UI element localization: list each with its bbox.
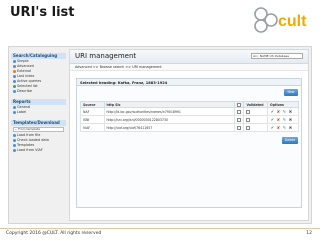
- delete-icon[interactable]: ✖: [288, 125, 293, 130]
- dot-icon: [13, 60, 16, 63]
- row-checkbox[interactable]: [236, 109, 241, 114]
- row-link[interactable]: http://id.loc.gov/authorities/names/n790…: [103, 107, 235, 116]
- uri-table: Source http Sic Validated Options NAF ht…: [80, 101, 300, 132]
- validate-icon[interactable]: ✔: [270, 117, 275, 122]
- dot-icon: [13, 144, 16, 147]
- validated-checkbox[interactable]: [246, 117, 251, 122]
- edit-icon[interactable]: ✎: [282, 109, 287, 114]
- reject-icon[interactable]: ✘: [276, 109, 281, 114]
- dot-icon: [13, 106, 16, 109]
- edit-icon[interactable]: ✎: [282, 125, 287, 130]
- dot-icon: [13, 80, 16, 83]
- dot-icon: [13, 111, 16, 114]
- sidebar-item-label[interactable]: Label: [11, 110, 66, 115]
- row-checkbox[interactable]: [236, 125, 241, 130]
- sidebar-item-describe[interactable]: Describe: [11, 89, 66, 94]
- main-content: URI management Arc. NAME:US Database Adv…: [69, 49, 309, 221]
- delete-icon[interactable]: ✖: [288, 109, 293, 114]
- main-header: URI management Arc. NAME:US Database: [70, 50, 308, 64]
- page-number: 12: [306, 231, 312, 236]
- row-source: NAF: [80, 107, 105, 116]
- selected-heading: Selected heading: Kafka, Franz, 1883-192…: [77, 79, 301, 86]
- dot-icon: [13, 90, 16, 93]
- row-source: ISNI: [80, 115, 105, 124]
- validate-icon[interactable]: ✔: [270, 109, 275, 114]
- logo-text: cult: [278, 13, 307, 30]
- table-row: NAF http://id.loc.gov/authorities/names/…: [80, 107, 300, 116]
- select-all-checkbox[interactable]: [236, 102, 241, 107]
- app-screenshot: Search/Cataloguing Simple Advanced Exter…: [8, 46, 312, 224]
- dot-icon: [13, 65, 16, 68]
- table-row: ISNI http://isni.org/isni/00000001228037…: [80, 115, 300, 124]
- delete-button[interactable]: Delete: [282, 137, 298, 144]
- uri-panel: Selected heading: Kafka, Franz, 1883-192…: [76, 78, 302, 208]
- validate-icon[interactable]: ✔: [270, 125, 275, 130]
- dot-icon: [13, 70, 16, 73]
- sidebar-header-templates: Templates/Download: [11, 120, 66, 126]
- slide-footer: Copyright 2016 @CULT. All rights reserve…: [0, 228, 320, 240]
- new-button[interactable]: New: [284, 89, 298, 96]
- copyright-text: Copyright 2016 @CULT. All rights reserve…: [6, 231, 102, 236]
- reject-icon[interactable]: ✘: [276, 125, 281, 130]
- dot-icon: [13, 134, 16, 137]
- table-row: VIAF http://viaf.org/viaf/76411657 ✔ ✘ ✎ ✖: [80, 123, 300, 132]
- cult-logo: cult: [252, 4, 316, 36]
- page-title: URI management: [75, 52, 137, 60]
- validated-checkbox[interactable]: [246, 125, 251, 130]
- dot-icon: [13, 139, 16, 142]
- row-link[interactable]: http://isni.org/isni/0000000122803730: [103, 115, 235, 124]
- row-checkbox[interactable]: [236, 117, 241, 122]
- cult-logo-icon: cult: [254, 7, 307, 33]
- dot-icon: [13, 149, 16, 152]
- slide-title: URI's list: [10, 5, 75, 20]
- sidebar: Search/Cataloguing Simple Advanced Exter…: [11, 51, 66, 153]
- reject-icon[interactable]: ✘: [276, 117, 281, 122]
- template-select[interactable]: -- From template: [13, 127, 64, 132]
- dot-icon: [13, 85, 16, 88]
- dot-icon: [13, 75, 16, 78]
- row-link[interactable]: http://viaf.org/viaf/76411657: [103, 123, 235, 132]
- validated-checkbox[interactable]: [246, 109, 251, 114]
- delete-icon[interactable]: ✖: [288, 117, 293, 122]
- row-source: VIAF: [80, 123, 105, 132]
- edit-icon[interactable]: ✎: [282, 117, 287, 122]
- database-select[interactable]: Arc. NAME:US Database: [251, 53, 303, 59]
- sidebar-item-load-viaf[interactable]: Load from VIAF: [11, 148, 66, 153]
- breadcrumb: Advanced >> Browse search >> URI managem…: [70, 64, 308, 71]
